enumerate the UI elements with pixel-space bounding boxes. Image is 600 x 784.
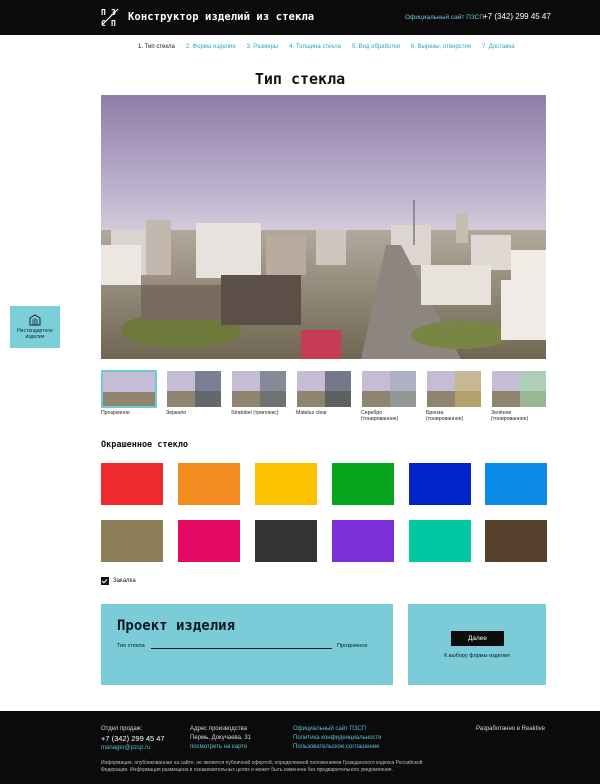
building-icon [29,313,41,326]
footer-phone[interactable]: +7 (342) 299 45 47 [101,734,165,744]
logo-char-4: П [111,19,116,27]
footer-official-link[interactable]: Официальный сайт ПЗСП [293,725,382,734]
page-title: Тип стекла [254,70,346,88]
color-swatch[interactable] [178,463,240,505]
glass-type-label: Stratobel (триплекс) [231,410,279,416]
color-swatch[interactable] [101,463,163,505]
glass-type-label: Зелёное (тонированное) [491,410,529,423]
glass-type-transparent[interactable]: Прозрачное [101,370,157,416]
step-1[interactable]: 1. Тип стекла [138,44,175,50]
tempering-option[interactable]: Закалка [101,577,136,585]
header-phone[interactable]: +7 (342) 299 45 47 [483,12,551,21]
step-7[interactable]: 7. Доставка [482,44,514,50]
color-swatch[interactable] [485,463,547,505]
address: Пермь, Докучаева, 31 [190,735,251,741]
glass-type-stratobel[interactable]: Stratobel (триплекс) [231,370,287,416]
project-row-key: Тип стекла [117,643,145,649]
glass-type-label: Зеркало [166,410,187,416]
step-3[interactable]: 3. Размеры [247,44,279,50]
custom-product-label: Нестандартное изделие [17,328,53,340]
glass-type-label: Прозрачное [101,410,130,416]
project-row-value: Прозрачное [337,643,368,649]
steps-nav: 1. Тип стекла 2. Форма изделия 3. Размер… [138,44,525,50]
glass-type-silver[interactable]: Серебро (тонированное) [361,370,417,422]
glass-type-label: Matelux clear [296,410,327,416]
glass-type-green[interactable]: Зелёное (тонированное) [491,370,547,422]
glass-type-label: Серебро (тонированное) [361,410,399,423]
project-row-divider [151,648,332,649]
footer-email[interactable]: manager@pzsp.ru [101,744,165,753]
color-swatch[interactable] [409,520,471,562]
logo-char-1: П [101,8,106,17]
privacy-link[interactable]: Политика конфиденциальности [293,734,382,743]
project-title: Проект изделия [117,618,236,634]
tempering-label: Закалка [113,578,136,584]
project-summary: Проект изделия Тип стекла Прозрачное [101,604,393,685]
next-button[interactable]: Далее [451,631,504,646]
custom-product-button[interactable]: Нестандартное изделие [10,306,60,348]
color-swatch[interactable] [255,520,317,562]
map-link[interactable]: посмотреть на карте [190,743,251,752]
color-swatch[interactable] [255,463,317,505]
legal-note: Информация, опубликованная на сайте, не … [101,760,423,773]
sales-title: Отдел продаж: [101,726,143,732]
address-title: Адрес производства [190,726,247,732]
next-panel: Далее К выбору формы изделия [408,604,546,685]
color-swatch[interactable] [178,520,240,562]
color-swatch[interactable] [332,520,394,562]
color-swatch[interactable] [409,463,471,505]
app-title: Конструктор изделий из стекла [128,11,315,23]
logo[interactable]: П З С П [101,7,119,27]
next-caption: К выбору формы изделия [444,653,510,659]
agreement-link[interactable]: Пользовательское соглашение [293,743,382,752]
step-2[interactable]: 2. Форма изделия [186,44,236,50]
official-site-link[interactable]: Официальный сайт ПЗСП [405,14,484,21]
color-swatch[interactable] [485,520,547,562]
footer: Отдел продаж: +7 (342) 299 45 47 manager… [0,711,600,784]
color-swatch[interactable] [101,520,163,562]
step-6[interactable]: 6. Вырезы, отверстия [411,44,471,50]
logo-char-3: С [101,19,106,27]
glass-type-label: Бронза (тонированное) [426,410,464,423]
step-5[interactable]: 5. Вид обработки [352,44,400,50]
glass-type-mirror[interactable]: Зеркало [166,370,222,416]
color-swatch[interactable] [332,463,394,505]
step-4[interactable]: 4. Толщина стекла [289,44,341,50]
glass-type-matelux[interactable]: Matelux clear [296,370,352,416]
glass-preview-image [101,95,546,359]
tempering-checkbox[interactable] [101,577,109,585]
developer-credit[interactable]: Разработанно в Reaktive [476,725,545,734]
project-row-glass-type: Тип стекла Прозрачное [117,643,387,653]
glass-type-list: Прозрачное Зеркало Stratobel (триплекс) … [101,370,547,430]
glass-type-bronze[interactable]: Бронза (тонированное) [426,370,482,422]
colored-glass-title: Окрашенное стекло [101,440,188,450]
header: П З С П Конструктор изделий из стекла Оф… [0,0,600,35]
